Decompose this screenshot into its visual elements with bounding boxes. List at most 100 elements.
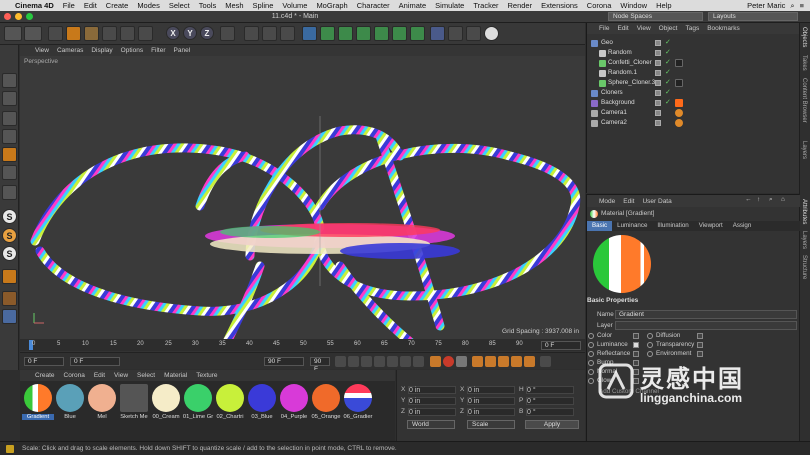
scale-tool-icon[interactable] (84, 26, 99, 41)
material-menu-material[interactable]: Material (164, 372, 187, 379)
luminance-checkbox[interactable] (633, 342, 639, 348)
size-z-field[interactable]: 0 in (467, 408, 515, 416)
material-gradient-06[interactable]: 06_Gradier (342, 384, 374, 424)
cube-icon[interactable] (302, 26, 317, 41)
recent-tools-icon[interactable] (120, 26, 135, 41)
pen-icon[interactable] (320, 26, 335, 41)
enabled-check-icon[interactable]: ✓ (665, 88, 671, 98)
transparency-anim-radio[interactable] (647, 342, 653, 348)
keyframe-selection-icon[interactable] (456, 356, 467, 367)
visibility-dots[interactable] (655, 90, 661, 96)
menu-mograph[interactable]: MoGraph (316, 1, 347, 10)
coordinate-system-icon[interactable] (220, 26, 235, 41)
object-row-random[interactable]: Random ✓ (587, 48, 800, 58)
z-axis-lock-button[interactable]: Z (200, 26, 214, 40)
tab-illumination[interactable]: Illumination (652, 221, 693, 231)
rot-p-field[interactable]: 0 ° (526, 397, 574, 405)
timeline-options-icon[interactable] (540, 356, 551, 367)
size-x-field[interactable]: 0 in (467, 386, 515, 394)
polygons-mode-icon[interactable] (2, 147, 17, 162)
glow-anim-radio[interactable] (588, 378, 594, 384)
back-arrow-icon[interactable]: ← (745, 196, 752, 203)
material-cream[interactable]: 00_Cream (150, 384, 182, 424)
rot-h-field[interactable]: 0 ° (526, 386, 574, 394)
current-frame-field[interactable]: 0 F (541, 341, 581, 350)
viewport-menu-display[interactable]: Display (91, 47, 112, 54)
object-menu-edit[interactable]: Edit (617, 25, 628, 32)
object-menu-bookmarks[interactable]: Bookmarks (707, 25, 740, 32)
perspective-viewport[interactable]: Perspective Grid Spacing : 3937.008 in (20, 56, 585, 339)
mograph-icon[interactable] (374, 26, 389, 41)
prev-frame-icon[interactable] (361, 356, 372, 367)
menu-file[interactable]: File (63, 1, 75, 10)
redo-button[interactable] (24, 26, 42, 41)
enabled-check-icon[interactable]: ✓ (665, 48, 671, 58)
world-dropdown[interactable]: World (407, 420, 455, 429)
scale-key-icon[interactable] (485, 356, 496, 367)
menu-character[interactable]: Character (357, 1, 390, 10)
y-axis-lock-button[interactable]: Y (183, 26, 197, 40)
enabled-check-icon[interactable]: ✓ (665, 98, 671, 108)
protection-tag-icon[interactable] (675, 109, 683, 117)
material-menu-corona[interactable]: Corona (64, 372, 85, 379)
goto-end-icon[interactable] (413, 356, 424, 367)
effector-icon[interactable] (410, 26, 425, 41)
viewport-menu-cameras[interactable]: Cameras (57, 47, 83, 54)
material-blue-03[interactable]: 03_Blue (246, 384, 278, 424)
max-frame-field[interactable]: 90 F (310, 357, 330, 373)
menu-spline[interactable]: Spline (253, 1, 274, 10)
make-editable-icon[interactable] (2, 73, 17, 88)
layouts-dropdown[interactable]: Layouts (708, 12, 798, 21)
fracture-icon[interactable] (392, 26, 407, 41)
menu-corona[interactable]: Corona (587, 1, 612, 10)
tab-layers[interactable]: Layers (801, 141, 807, 159)
deformer-icon[interactable] (430, 26, 445, 41)
visibility-dots[interactable] (655, 100, 661, 106)
material-lime-green[interactable]: 01_Lime Gr (182, 384, 214, 424)
goto-start-icon[interactable] (335, 356, 346, 367)
camera-icon[interactable] (466, 26, 481, 41)
next-key-icon[interactable] (400, 356, 411, 367)
visibility-dots[interactable] (655, 70, 661, 76)
tab-basic[interactable]: Basic (587, 221, 613, 231)
model-mode-icon[interactable] (2, 165, 17, 180)
material-tag-icon[interactable] (675, 59, 683, 67)
material-tag-icon[interactable] (675, 79, 683, 87)
material-sketch[interactable]: Sketch Me (118, 384, 150, 424)
material-gradient[interactable]: Gradient (22, 384, 54, 424)
tab-objects[interactable]: Objects (801, 27, 807, 47)
material-menu-create[interactable]: Create (35, 372, 55, 379)
material-blue[interactable]: Blue (54, 384, 86, 424)
next-frame-icon[interactable] (387, 356, 398, 367)
edges-mode-icon[interactable] (2, 129, 17, 144)
material-menu-texture[interactable]: Texture (196, 372, 217, 379)
apply-button[interactable]: Apply (525, 420, 579, 429)
list-icon[interactable]: ≡ (800, 1, 804, 11)
texture-mode-icon[interactable] (2, 91, 17, 106)
diffusion-anim-radio[interactable] (647, 333, 653, 339)
object-menu-file[interactable]: File (599, 25, 609, 32)
luminance-anim-radio[interactable] (588, 342, 594, 348)
undo-button[interactable] (4, 26, 22, 41)
size-y-field[interactable]: 0 in (467, 397, 515, 405)
floor-icon[interactable] (448, 26, 463, 41)
render-view-icon[interactable] (244, 26, 259, 41)
transparency-checkbox[interactable] (697, 342, 703, 348)
app-menu[interactable]: Cinema 4D (15, 1, 54, 10)
menu-modes[interactable]: Modes (137, 1, 160, 10)
search-icon[interactable]: ⌕ (769, 196, 773, 204)
subdivision-icon[interactable] (338, 26, 353, 41)
solo-icon[interactable] (2, 269, 17, 284)
position-key-icon[interactable] (472, 356, 483, 367)
visibility-dots[interactable] (655, 110, 661, 116)
rotate-tool-icon[interactable] (102, 26, 117, 41)
viewport-menu-options[interactable]: Options (121, 47, 143, 54)
start-frame-field[interactable]: 0 F (24, 357, 64, 366)
menu-extensions[interactable]: Extensions (541, 1, 578, 10)
object-row-cloners[interactable]: Cloners ✓ (587, 88, 800, 98)
rotation-key-icon[interactable] (498, 356, 509, 367)
up-arrow-icon[interactable]: ↑ (757, 196, 760, 203)
object-row-confetti-cloner[interactable]: Confetti_Cloner ✓ (587, 58, 800, 68)
menu-window[interactable]: Window (620, 1, 647, 10)
node-spaces-dropdown[interactable]: Node Spaces (608, 12, 703, 21)
